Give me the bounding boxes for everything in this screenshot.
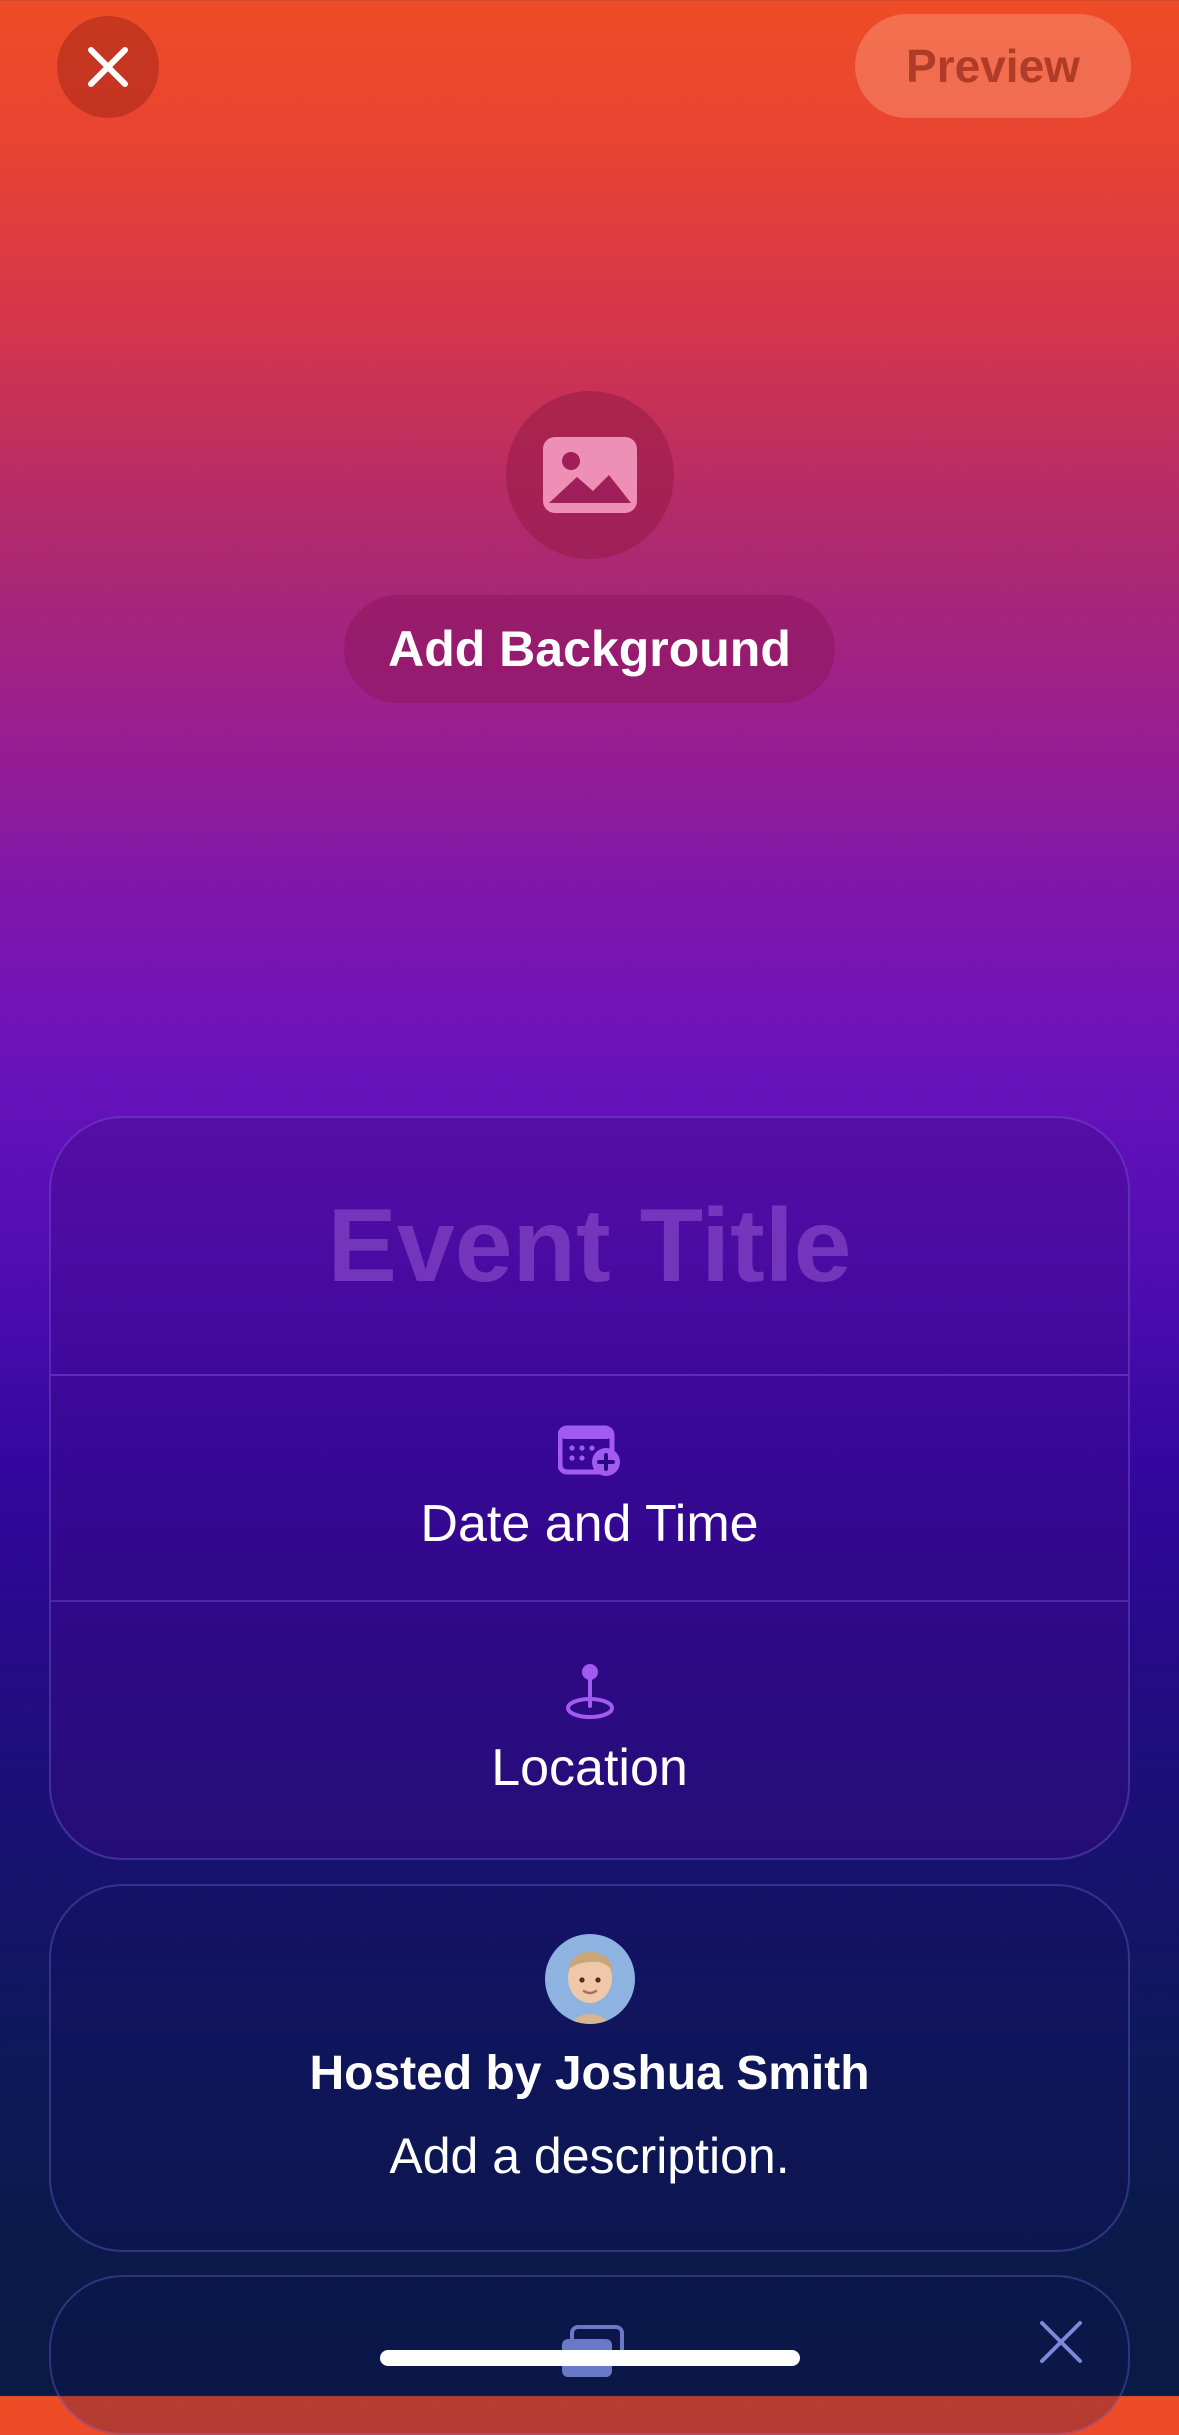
host-card: Hosted by Joshua Smith Add a description…	[49, 1884, 1130, 2252]
date-and-time-label: Date and Time	[420, 1495, 759, 1553]
description-input[interactable]: Add a description.	[389, 2127, 789, 2185]
add-background-image-button[interactable]	[506, 391, 674, 559]
hosted-by-label: Hosted by Joshua Smith	[309, 2047, 870, 2100]
date-and-time-row[interactable]: Date and Time	[51, 1376, 1128, 1602]
close-icon[interactable]	[1038, 2319, 1084, 2365]
add-background-button[interactable]: Add Background	[344, 595, 835, 703]
event-details-card: Event Title Date and Time Location	[49, 1116, 1130, 1860]
memoji-avatar-icon	[567, 1951, 613, 2024]
location-pin-icon	[565, 1664, 614, 1719]
calendar-add-icon	[557, 1425, 620, 1476]
event-title-input[interactable]: Event Title	[51, 1118, 1128, 1376]
close-button[interactable]	[57, 16, 159, 118]
home-indicator[interactable]	[380, 2350, 800, 2366]
location-label: Location	[491, 1739, 688, 1797]
preview-button[interactable]: Preview	[855, 14, 1131, 118]
close-icon	[88, 47, 128, 87]
host-avatar	[544, 1934, 635, 2024]
location-row[interactable]: Location	[51, 1602, 1128, 1858]
photo-icon	[543, 437, 637, 513]
